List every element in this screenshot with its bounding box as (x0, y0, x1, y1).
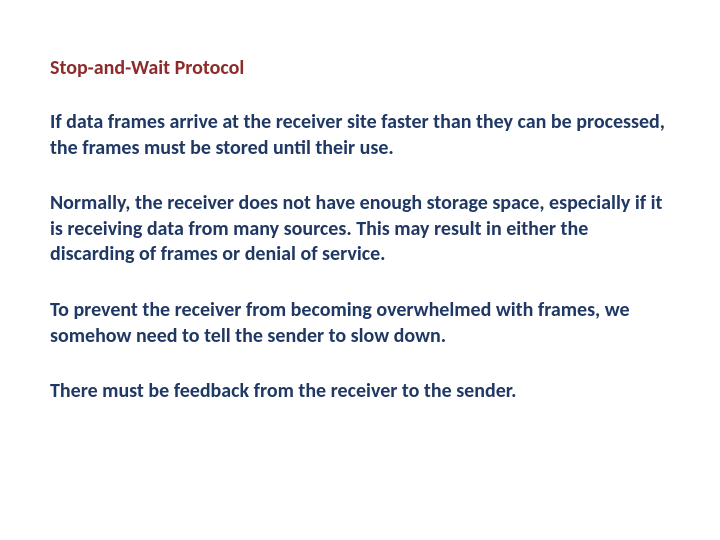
paragraph-3: To prevent the receiver from becoming ov… (50, 298, 670, 349)
slide-title: Stop-and-Wait Protocol (50, 56, 670, 80)
paragraph-4: There must be feedback from the receiver… (50, 379, 670, 405)
paragraph-2: Normally, the receiver does not have eno… (50, 191, 670, 268)
paragraph-1: If data frames arrive at the receiver si… (50, 110, 670, 161)
